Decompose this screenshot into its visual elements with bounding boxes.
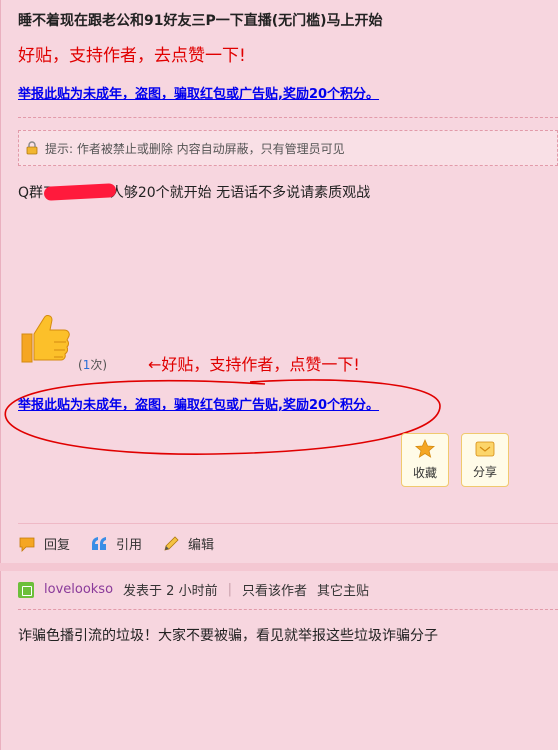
share-label: 分享: [472, 465, 497, 479]
post-toolbar: 回复 引用 编辑: [18, 534, 234, 553]
divider: [18, 523, 558, 524]
annotation-circle: [4, 379, 441, 455]
share-button[interactable]: 分享: [461, 433, 509, 487]
other-posts-link[interactable]: 其它主贴: [317, 580, 369, 599]
thumbs-up-icon[interactable]: [16, 308, 74, 366]
quote-label: 引用: [116, 538, 143, 553]
author-link[interactable]: lovelookso: [44, 582, 113, 597]
share-icon: [475, 441, 495, 457]
star-icon: [415, 439, 435, 458]
like-count-close: 次): [90, 358, 108, 372]
only-author-link[interactable]: 只看该作者: [242, 580, 307, 599]
edit-label: 编辑: [188, 538, 215, 553]
posted-time: 发表于 2 小时前: [123, 584, 218, 599]
lock-icon: [26, 141, 38, 155]
edit-icon: [164, 535, 179, 551]
reply-content: 诈骗色播引流的垃圾！大家不要被骗，看见就举报这些垃圾诈骗分子: [18, 628, 438, 644]
quote-icon: [92, 536, 107, 550]
divider: [18, 117, 558, 118]
notice-box: 提示: 作者被禁止或删除 内容自动屏蔽，只有管理员可见: [18, 130, 558, 166]
report-link-top[interactable]: 举报此贴为未成年，盗图，骗取红包或广告贴,奖励20个积分。: [18, 83, 379, 102]
like-count: (1次): [78, 356, 107, 373]
report-link-bottom[interactable]: 举报此贴为未成年，盗图，骗取红包或广告贴,奖励20个积分。: [18, 394, 379, 413]
content-prefix: Q群: [18, 185, 44, 201]
reply-label: 回复: [44, 538, 71, 553]
post-separator: [0, 563, 558, 571]
edit-button[interactable]: 编辑: [162, 534, 214, 553]
divider: [18, 609, 558, 610]
reply-icon: [19, 537, 35, 552]
quote-button[interactable]: 引用: [90, 534, 142, 553]
reply-button[interactable]: 回复: [18, 534, 70, 553]
post-title: 睡不着现在跟老公和91好友三P一下直播(无门槛)马上开始: [18, 13, 383, 29]
favorite-label: 收藏: [412, 466, 437, 480]
favorite-button[interactable]: 收藏: [401, 433, 449, 487]
content-suffix: 人够20个就开始 无语话不多说请素质观战: [105, 185, 371, 201]
reply-author-row: lovelookso 发表于 2 小时前 | 只看该作者 其它主贴: [18, 580, 369, 599]
notice-text: 提示: 作者被禁止或删除 内容自动屏蔽，只有管理员可见: [45, 141, 345, 156]
avatar-icon[interactable]: [18, 581, 34, 598]
support-text: 好贴，支持作者，去点赞一下!: [18, 46, 246, 66]
separator-pipe: |: [227, 582, 232, 597]
